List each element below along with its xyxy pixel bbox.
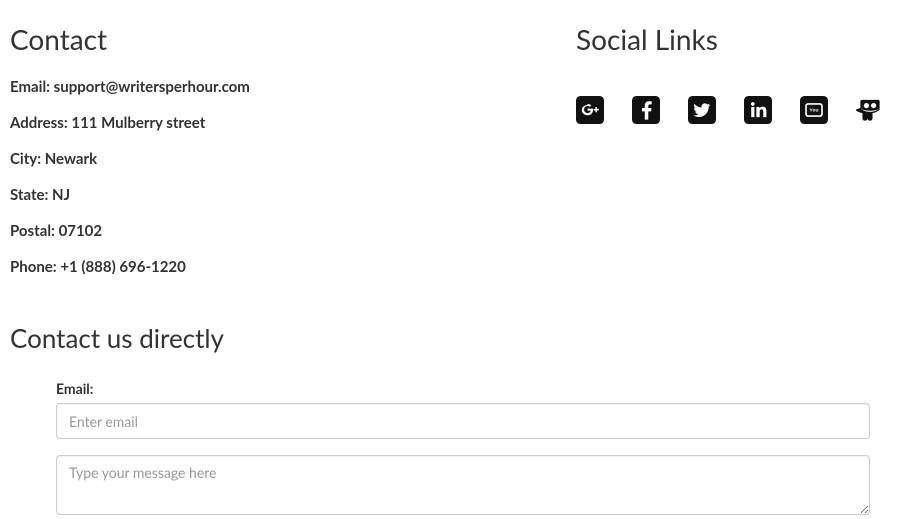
contact-city-line: City: Newark [10,150,556,168]
contact-state-line: State: NJ [10,186,556,204]
contact-address-line: Address: 111 Mulberry street [10,114,556,132]
email-label: Email: [56,380,870,397]
message-textarea[interactable] [56,455,870,515]
social-icons-row: You [576,96,902,124]
contact-email-line: Email: support@writersperhour.com [10,78,556,96]
contact-phone-line: Phone: +1 (888) 696-1220 [10,258,556,276]
youtube-icon[interactable]: You [800,96,828,124]
contact-postal-line: Postal: 07102 [10,222,556,240]
slideshare-icon[interactable] [856,96,884,124]
facebook-icon[interactable] [632,96,660,124]
contact-heading: Contact [10,22,556,56]
social-heading: Social Links [576,22,902,56]
contact-direct-heading: Contact us directly [10,322,556,354]
email-input[interactable] [56,403,870,439]
google-plus-icon[interactable] [576,96,604,124]
linkedin-icon[interactable] [744,96,772,124]
twitter-icon[interactable] [688,96,716,124]
